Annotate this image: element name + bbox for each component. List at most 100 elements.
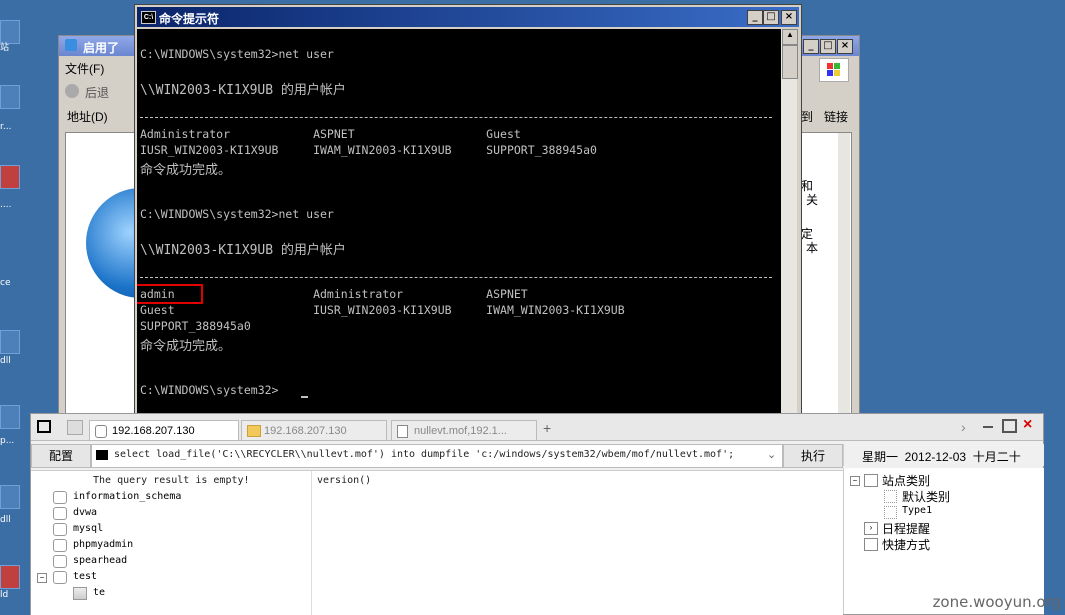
- maximize-icon[interactable]: [1002, 419, 1017, 433]
- ie-scrollbar[interactable]: [838, 133, 850, 433]
- chevron-right-icon[interactable]: ›: [961, 419, 966, 435]
- database-icon: [53, 491, 67, 504]
- windows-logo-icon: [819, 58, 849, 82]
- minimize-icon[interactable]: [983, 426, 993, 428]
- tab-connection[interactable]: 192.168.207.130: [89, 420, 239, 440]
- query-bar: 配置 select load_file('C:\\RECYCLER\\nulle…: [31, 444, 843, 468]
- column-divider: [311, 471, 312, 615]
- tree-child[interactable]: 默认类别: [902, 488, 950, 505]
- minimize-button[interactable]: _: [747, 10, 763, 25]
- desktop-icon[interactable]: [0, 85, 20, 109]
- chevron-down-icon[interactable]: ⌄: [767, 448, 776, 461]
- cursor: [301, 396, 308, 398]
- database-icon: [53, 555, 67, 568]
- console-line: \\WIN2003-KI1X9UB 的用户帐户: [140, 83, 346, 98]
- tab-file[interactable]: nullevt.mof,192.1...: [391, 420, 537, 440]
- console-line: SUPPORT_388945a0: [140, 319, 251, 333]
- console-line: Guest IUSR_WIN2003-KI1X9UB IWAM_WIN2003-…: [140, 303, 625, 317]
- desktop-icon-label: p...: [0, 436, 15, 446]
- ie-icon: [65, 39, 77, 51]
- execute-button[interactable]: 执行: [783, 444, 843, 468]
- desktop-icon[interactable]: [0, 405, 20, 429]
- tree-item[interactable]: 快捷方式: [882, 536, 930, 553]
- links-button[interactable]: 链接: [824, 108, 848, 125]
- tab-folder[interactable]: 192.168.207.130: [241, 420, 387, 440]
- db-tree-item[interactable]: phpmyadmin: [73, 539, 133, 550]
- desktop-icon[interactable]: [0, 565, 20, 589]
- db-tree-item[interactable]: test: [73, 571, 97, 582]
- maximize-button[interactable]: □: [820, 39, 836, 54]
- collapse-icon[interactable]: −: [37, 573, 47, 583]
- desktop-icon[interactable]: [0, 330, 20, 354]
- desktop-icon-label: r...: [0, 122, 12, 132]
- terminal-icon: [96, 450, 108, 460]
- console-line: 命令成功完成。: [140, 339, 232, 354]
- db-tree-item[interactable]: spearhead: [73, 555, 127, 566]
- tab-label: 192.168.207.130: [112, 425, 195, 437]
- tab-label: 192.168.207.130: [264, 425, 347, 437]
- db-tree-item[interactable]: dvwa: [73, 507, 97, 518]
- cmd-window: C:\ 命令提示符 _ □ × C:\WINDOWS\system32>net …: [134, 4, 802, 416]
- close-button[interactable]: ×: [781, 10, 797, 25]
- shortcut-icon: [864, 538, 878, 551]
- cmd-titlebar[interactable]: C:\ 命令提示符 _ □ ×: [137, 7, 799, 27]
- scroll-thumb[interactable]: [782, 45, 798, 79]
- panel-toggle-icon[interactable]: [37, 420, 51, 433]
- datetime-bar: 星期一 2012-12-03 十月二十: [843, 444, 1044, 466]
- console-line: C:\WINDOWS\system32>net user: [140, 47, 334, 61]
- console-line: IUSR_WIN2003-KI1X9UB IWAM_WIN2003-KI1X9U…: [140, 143, 597, 157]
- database-icon: [53, 523, 67, 536]
- database-icon: [53, 571, 67, 584]
- watermark: zone.wooyun.org: [932, 593, 1061, 611]
- desktop-icon[interactable]: [0, 485, 20, 509]
- collapse-icon[interactable]: −: [850, 476, 860, 486]
- console-line: \\WIN2003-KI1X9UB 的用户帐户: [140, 243, 346, 258]
- close-icon[interactable]: ×: [1023, 416, 1032, 434]
- query-input[interactable]: select load_file('C:\\RECYCLER\\nullevt.…: [91, 444, 783, 468]
- file-icon: [397, 425, 408, 438]
- result-column-header: version(): [317, 475, 372, 486]
- db-tree-item[interactable]: information_schema: [73, 491, 181, 502]
- close-button[interactable]: ×: [837, 39, 853, 54]
- db-tool-window: 192.168.207.130 192.168.207.130 nullevt.…: [30, 413, 1044, 615]
- back-arrow-icon: [65, 84, 79, 98]
- scroll-up-icon[interactable]: ▲: [782, 29, 798, 45]
- add-tab-button[interactable]: +: [543, 420, 551, 436]
- grid-icon[interactable]: [67, 420, 83, 435]
- side-text: 本: [806, 241, 819, 255]
- folder-icon: [247, 425, 261, 437]
- tree-child[interactable]: Type1: [902, 505, 932, 516]
- ie-title: 启用了: [83, 41, 120, 55]
- category-icon: [884, 506, 897, 519]
- minimize-button[interactable]: _: [803, 39, 819, 54]
- tab-bar: 192.168.207.130 192.168.207.130 nullevt.…: [31, 414, 1043, 441]
- desktop-icon[interactable]: [0, 165, 20, 189]
- address-label: 地址(D): [67, 110, 108, 124]
- maximize-button[interactable]: □: [763, 10, 779, 25]
- config-button[interactable]: 配置: [31, 444, 91, 468]
- console-line: Administrator ASPNET Guest: [140, 127, 521, 141]
- table-tree-item[interactable]: te: [93, 587, 105, 598]
- database-icon: [95, 425, 107, 438]
- results-area: The query result is empty! version() inf…: [31, 470, 843, 615]
- tab-label: nullevt.mof,192.1...: [414, 425, 507, 437]
- cmd-scrollbar[interactable]: ▲: [781, 29, 798, 413]
- desktop-icon-label: 站: [0, 43, 10, 53]
- side-text: 关: [806, 193, 819, 207]
- tree-root[interactable]: 站点类别: [882, 472, 930, 489]
- cmd-console[interactable]: C:\WINDOWS\system32>net user \\WIN2003-K…: [137, 29, 781, 413]
- desktop-icon-label: ....: [0, 200, 12, 210]
- go-button[interactable]: 到: [801, 108, 813, 125]
- console-line: C:\WINDOWS\system32>net user: [140, 207, 334, 221]
- cmd-title: 命令提示符: [159, 12, 220, 26]
- desktop-icon-label: ce: [0, 278, 11, 288]
- separator: [140, 117, 772, 118]
- database-icon: [53, 507, 67, 520]
- back-label: 后退: [85, 86, 110, 100]
- db-tree-item[interactable]: mysql: [73, 523, 103, 534]
- desktop-icon-label: ld: [0, 590, 9, 600]
- query-text: select load_file('C:\\RECYCLER\\nullevt.…: [114, 449, 735, 460]
- tree-item[interactable]: 日程提醒: [882, 520, 930, 537]
- category-icon: [864, 474, 878, 487]
- ie-menu-file[interactable]: 文件(F): [65, 60, 104, 78]
